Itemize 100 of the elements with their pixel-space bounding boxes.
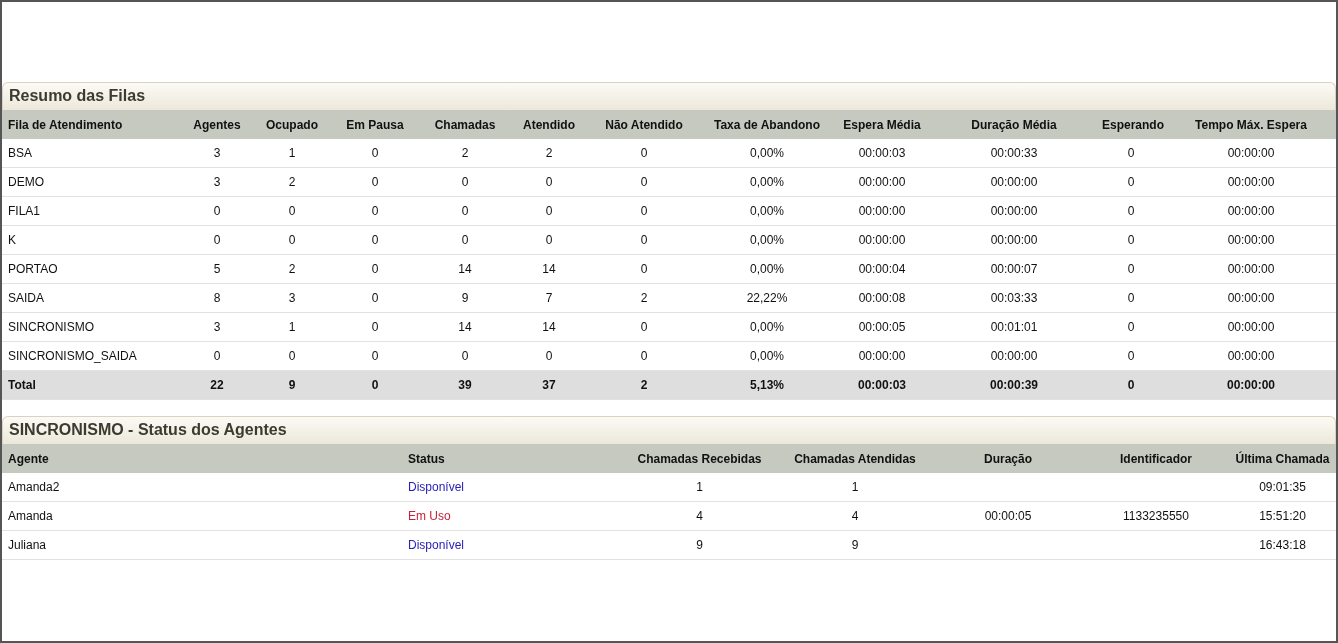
table-cell: 0 <box>1096 312 1166 342</box>
column-header: Duração Média <box>932 110 1096 139</box>
section-title: Resumo das Filas <box>2 82 1336 110</box>
column-header: Chamadas <box>418 110 512 139</box>
column-header: Última Chamada <box>1229 444 1336 473</box>
table-cell: 3 <box>182 167 252 197</box>
total-cell: Total <box>2 370 182 400</box>
table-cell: 1133235550 <box>1083 501 1229 531</box>
table-cell: 0,00% <box>702 312 832 342</box>
table-cell: 14 <box>512 312 586 342</box>
table-cell: 0 <box>586 196 702 226</box>
table-cell: 0 <box>512 341 586 371</box>
table-cell: 0,00% <box>702 167 832 197</box>
table-cell: 0 <box>586 167 702 197</box>
total-cell: 2 <box>586 370 702 400</box>
table-cell: 0 <box>332 341 418 371</box>
table-cell: 3 <box>182 139 252 168</box>
column-header: Duração <box>933 444 1083 473</box>
table-cell: 00:03:33 <box>932 283 1096 313</box>
table-cell: 00:00:04 <box>832 254 932 284</box>
column-header: Chamadas Recebidas <box>622 444 777 473</box>
table-cell: 0 <box>332 139 418 168</box>
column-header: Esperando <box>1096 110 1166 139</box>
table-cell: 00:00:00 <box>1166 312 1336 342</box>
column-header: Tempo Máx. Espera <box>1166 110 1336 139</box>
total-cell: 22 <box>182 370 252 400</box>
table-cell: 00:00:00 <box>1166 341 1336 371</box>
table-cell: 09:01:35 <box>1229 473 1336 502</box>
table-cell: DEMO <box>2 167 182 197</box>
table-cell: Juliana <box>2 530 402 560</box>
table-cell: 0 <box>1096 139 1166 168</box>
table-cell: 00:00:00 <box>932 196 1096 226</box>
table-cell: 1 <box>252 312 332 342</box>
table-cell: 00:00:00 <box>932 167 1096 197</box>
table-cell: 00:00:00 <box>1166 139 1336 168</box>
table-cell: 0 <box>252 341 332 371</box>
table-cell: 0 <box>182 196 252 226</box>
table-cell: 00:00:00 <box>932 341 1096 371</box>
table-cell: 00:01:01 <box>932 312 1096 342</box>
table-cell: 00:00:00 <box>832 167 932 197</box>
table-cell: SINCRONISMO <box>2 312 182 342</box>
total-cell: 37 <box>512 370 586 400</box>
table-cell: 0 <box>586 254 702 284</box>
table-cell: 00:00:00 <box>1166 225 1336 255</box>
table-cell: 4 <box>622 501 777 531</box>
table-cell: 14 <box>512 254 586 284</box>
table-cell: FILA1 <box>2 196 182 226</box>
table-cell: 0 <box>586 225 702 255</box>
column-header: Taxa de Abandono <box>702 110 832 139</box>
table-cell: 0 <box>252 196 332 226</box>
table-cell: 0 <box>512 167 586 197</box>
table-cell: 9 <box>777 530 933 560</box>
table-cell: Amanda <box>2 501 402 531</box>
table-cell: 1 <box>252 139 332 168</box>
table-cell: 4 <box>777 501 933 531</box>
column-header: Atendido <box>512 110 586 139</box>
table-cell: 0 <box>332 225 418 255</box>
table-cell: 0 <box>586 312 702 342</box>
table-cell: 0 <box>252 225 332 255</box>
table-cell: 1 <box>777 473 933 502</box>
total-cell: 9 <box>252 370 332 400</box>
table-cell: 7 <box>512 283 586 313</box>
total-cell: 5,13% <box>702 370 832 400</box>
table-cell: Amanda2 <box>2 473 402 502</box>
column-header: Chamadas Atendidas <box>777 444 933 473</box>
table-cell: 0 <box>418 225 512 255</box>
table-cell: 2 <box>252 167 332 197</box>
column-header: Agente <box>2 444 402 473</box>
table-cell: 0 <box>418 196 512 226</box>
total-cell: 0 <box>332 370 418 400</box>
table-cell: 0 <box>1096 167 1166 197</box>
table-cell: 0 <box>1096 341 1166 371</box>
table-cell: 00:00:03 <box>832 139 932 168</box>
table-cell: 00:00:05 <box>933 501 1083 531</box>
table-cell: 00:00:00 <box>1166 283 1336 313</box>
column-header: Identificador <box>1083 444 1229 473</box>
column-header: Agentes <box>182 110 252 139</box>
table-cell: BSA <box>2 139 182 168</box>
table-cell: 0,00% <box>702 254 832 284</box>
table-cell: 00:00:00 <box>932 225 1096 255</box>
table-cell: 0 <box>182 341 252 371</box>
table-cell: 0 <box>1096 254 1166 284</box>
status-cell: Em Uso <box>402 501 622 531</box>
table-cell: 14 <box>418 254 512 284</box>
total-cell: 00:00:03 <box>832 370 932 400</box>
table-cell: 5 <box>182 254 252 284</box>
table-cell: 00:00:00 <box>832 341 932 371</box>
table-cell: PORTAO <box>2 254 182 284</box>
table-cell: 15:51:20 <box>1229 501 1336 531</box>
total-cell: 39 <box>418 370 512 400</box>
table-cell: 00:00:00 <box>832 225 932 255</box>
column-header: Em Pausa <box>332 110 418 139</box>
table-cell: 0 <box>586 341 702 371</box>
table-cell: 14 <box>418 312 512 342</box>
table-cell: 00:00:00 <box>1166 254 1336 284</box>
table-cell: 0 <box>418 341 512 371</box>
table-cell: 8 <box>182 283 252 313</box>
table-cell: 1 <box>622 473 777 502</box>
status-cell: Disponível <box>402 530 622 560</box>
table-cell: 3 <box>252 283 332 313</box>
